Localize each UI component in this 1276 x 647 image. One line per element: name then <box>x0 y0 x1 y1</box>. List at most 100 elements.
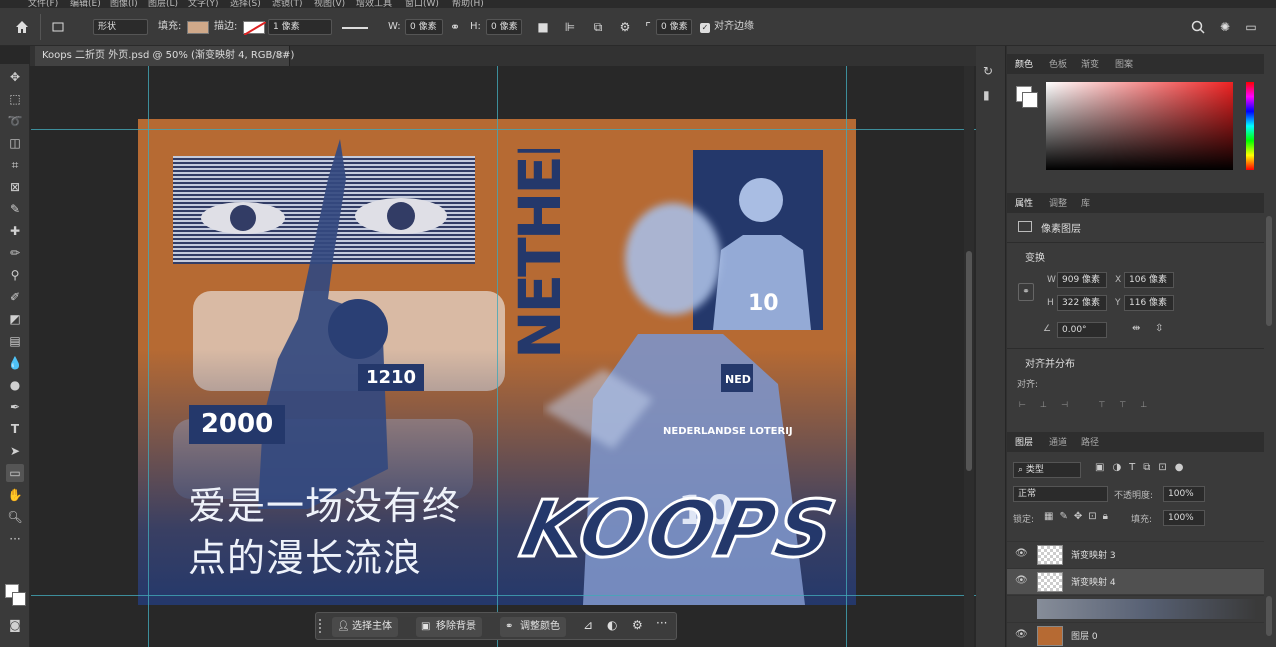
menu-select[interactable]: 选择(S) <box>230 0 261 8</box>
path-arrangement-icon[interactable]: ⧉ <box>590 19 606 35</box>
home-icon[interactable] <box>14 19 30 35</box>
transform-h-input[interactable]: 322 像素 <box>1057 295 1107 311</box>
lock-icons[interactable]: ▦✎✥⊡🔒︎ <box>1044 511 1114 522</box>
tab-paths[interactable]: 路径 <box>1081 435 1099 448</box>
angle-input[interactable]: 0.00° <box>1057 322 1107 338</box>
crop-tool-icon[interactable]: ⌗ <box>6 156 24 174</box>
object-select-tool-icon[interactable]: ◫ <box>6 134 24 152</box>
eyedropper-tool-icon[interactable]: ✎ <box>6 200 24 218</box>
brush-tool-icon[interactable]: ✏ <box>6 244 24 262</box>
menu-type[interactable]: 文字(Y) <box>188 0 219 8</box>
visibility-eye-icon[interactable]: 👁︎ <box>1015 548 1028 559</box>
rectangle-tool-icon[interactable]: ▭ <box>6 464 24 482</box>
menu-file[interactable]: 文件(F) <box>28 0 58 8</box>
healing-brush-tool-icon[interactable]: ✚ <box>6 222 24 240</box>
menu-view[interactable]: 视图(V) <box>314 0 345 8</box>
comments-panel-icon[interactable]: ▮ <box>983 88 990 102</box>
menu-layer[interactable]: 图层(L) <box>148 0 178 8</box>
link-dimensions-icon[interactable]: ⚭ <box>1018 283 1034 301</box>
background-color-swatch[interactable] <box>12 592 26 606</box>
tab-adjustments[interactable]: 调整 <box>1049 196 1067 209</box>
transform-section-title[interactable]: 变换 <box>1025 249 1045 264</box>
lasso-tool-icon[interactable]: ➰ <box>6 112 24 130</box>
stroke-type-select[interactable] <box>340 21 380 34</box>
discover-icon[interactable]: ✺ <box>1217 19 1233 35</box>
tab-gradients[interactable]: 渐变 <box>1081 57 1099 70</box>
menu-window[interactable]: 窗口(W) <box>405 0 439 8</box>
layer-row-layer-0[interactable]: 👁︎ 图层 0 <box>1007 622 1264 647</box>
tab-properties[interactable]: 属性 <box>1015 196 1033 209</box>
height-input[interactable]: 0 像素 <box>486 19 522 35</box>
canvas-area[interactable]: 1210 2000 爱是一场没有终 点的漫长流浪 NETHERLANDS 10 … <box>31 66 976 647</box>
menu-filter[interactable]: 滤镜(T) <box>272 0 303 8</box>
color-picker-field[interactable] <box>1046 82 1233 170</box>
visibility-eye-icon[interactable]: 👁︎ <box>1015 575 1028 586</box>
tab-libraries[interactable]: 库 <box>1081 196 1090 209</box>
layer-row-gradient-map-3[interactable]: 👁︎ 渐变映射 3 <box>1007 541 1264 567</box>
blend-mode-select[interactable]: 正常 <box>1013 486 1108 502</box>
history-brush-tool-icon[interactable]: ✐ <box>6 288 24 306</box>
workspace-icon[interactable]: ▭ <box>1243 19 1259 35</box>
layer-row-faded[interactable] <box>1007 595 1264 621</box>
frame-tool-icon[interactable]: ⊠ <box>6 178 24 196</box>
menu-image[interactable]: 图像(I) <box>110 0 138 8</box>
transform-icon[interactable]: ⊿ <box>583 618 593 632</box>
history-panel-icon[interactable]: ↻ <box>983 64 993 78</box>
document-tab[interactable]: Koops 二折页 外页.psd @ 50% (渐变映射 4, RGB/8#) … <box>35 46 294 66</box>
layer-row-gradient-map-4[interactable]: 👁︎ 渐变映射 4 <box>1007 568 1264 594</box>
fill-swatch[interactable] <box>187 21 209 34</box>
more-tools-icon[interactable]: ··· <box>6 530 24 548</box>
quick-mask-icon[interactable]: ◙ <box>6 616 24 634</box>
search-icon[interactable] <box>1190 19 1206 35</box>
stroke-swatch[interactable] <box>243 21 266 35</box>
flip-horizontal-icon[interactable]: ⇹ <box>1132 323 1140 334</box>
transform-w-input[interactable]: 909 像素 <box>1057 272 1107 288</box>
transform-y-input[interactable]: 116 像素 <box>1124 295 1174 311</box>
path-alignment-icon[interactable]: ⊫ <box>562 19 578 35</box>
eraser-tool-icon[interactable]: ◩ <box>6 310 24 328</box>
width-input[interactable]: 0 像素 <box>405 19 443 35</box>
align-distribute-title[interactable]: 对齐并分布 <box>1025 355 1075 370</box>
gradient-tool-icon[interactable]: ▤ <box>6 332 24 350</box>
tab-swatches[interactable]: 色板 <box>1049 57 1067 70</box>
zoom-tool-icon[interactable]: 🔍︎ <box>6 508 24 526</box>
menu-edit[interactable]: 编辑(E) <box>70 0 101 8</box>
opacity-input[interactable]: 100% <box>1163 486 1205 502</box>
stroke-width-input[interactable]: 1 像素 <box>268 19 332 35</box>
link-icon[interactable]: ⚭ <box>447 19 463 35</box>
blur-tool-icon[interactable]: 💧 <box>6 354 24 372</box>
properties-scrollbar[interactable] <box>1266 216 1272 326</box>
pen-tool-icon[interactable]: ✒ <box>6 398 24 416</box>
clone-stamp-tool-icon[interactable]: ⚲ <box>6 266 24 284</box>
hand-tool-icon[interactable]: ✋ <box>6 486 24 504</box>
hue-slider[interactable] <box>1246 82 1254 170</box>
select-subject-button[interactable]: 👤︎ 选择主体 <box>332 617 398 637</box>
tab-channels[interactable]: 通道 <box>1049 435 1067 448</box>
adjust-color-button[interactable]: ⚭ 调整颜色 <box>500 617 566 637</box>
layer-filter-select[interactable]: ⌕ 类型 <box>1013 462 1081 478</box>
shape-mode-select[interactable]: 形状 <box>93 19 148 35</box>
fill-input[interactable]: 100% <box>1163 510 1205 526</box>
move-tool-icon[interactable]: ✥ <box>6 68 24 86</box>
close-tab-icon[interactable]: × <box>276 46 284 66</box>
gear-icon[interactable]: ⚙ <box>617 19 633 35</box>
tab-layers[interactable]: 图层 <box>1015 435 1033 448</box>
dodge-tool-icon[interactable]: ● <box>6 376 24 394</box>
radius-input[interactable]: 0 像素 <box>656 19 692 35</box>
remove-background-button[interactable]: ▣ 移除背景 <box>416 617 482 637</box>
visibility-eye-icon[interactable]: 👁︎ <box>1015 629 1028 640</box>
tab-patterns[interactable]: 图案 <box>1115 57 1133 70</box>
align-buttons-row[interactable]: ⊢⊥⊣ ⊤⊤⊥ <box>1019 400 1199 410</box>
color-bg-swatch[interactable] <box>1022 92 1038 108</box>
transform-x-input[interactable]: 106 像素 <box>1124 272 1174 288</box>
path-select-tool-icon[interactable]: ➤ <box>6 442 24 460</box>
layer-filter-icons[interactable]: ▣◑T⧉⊡● <box>1095 462 1192 473</box>
align-edges-checkbox[interactable]: ✓ <box>700 23 710 33</box>
tab-color[interactable]: 颜色 <box>1015 57 1033 70</box>
layers-scrollbar[interactable] <box>1266 596 1272 636</box>
marquee-tool-icon[interactable]: ⬚ <box>6 90 24 108</box>
mask-icon[interactable]: ◐ <box>607 618 617 632</box>
path-operations-icon[interactable]: ■ <box>535 19 551 35</box>
shape-tool-preset-icon[interactable] <box>50 19 66 35</box>
flip-vertical-icon[interactable]: ⇳ <box>1155 323 1163 334</box>
